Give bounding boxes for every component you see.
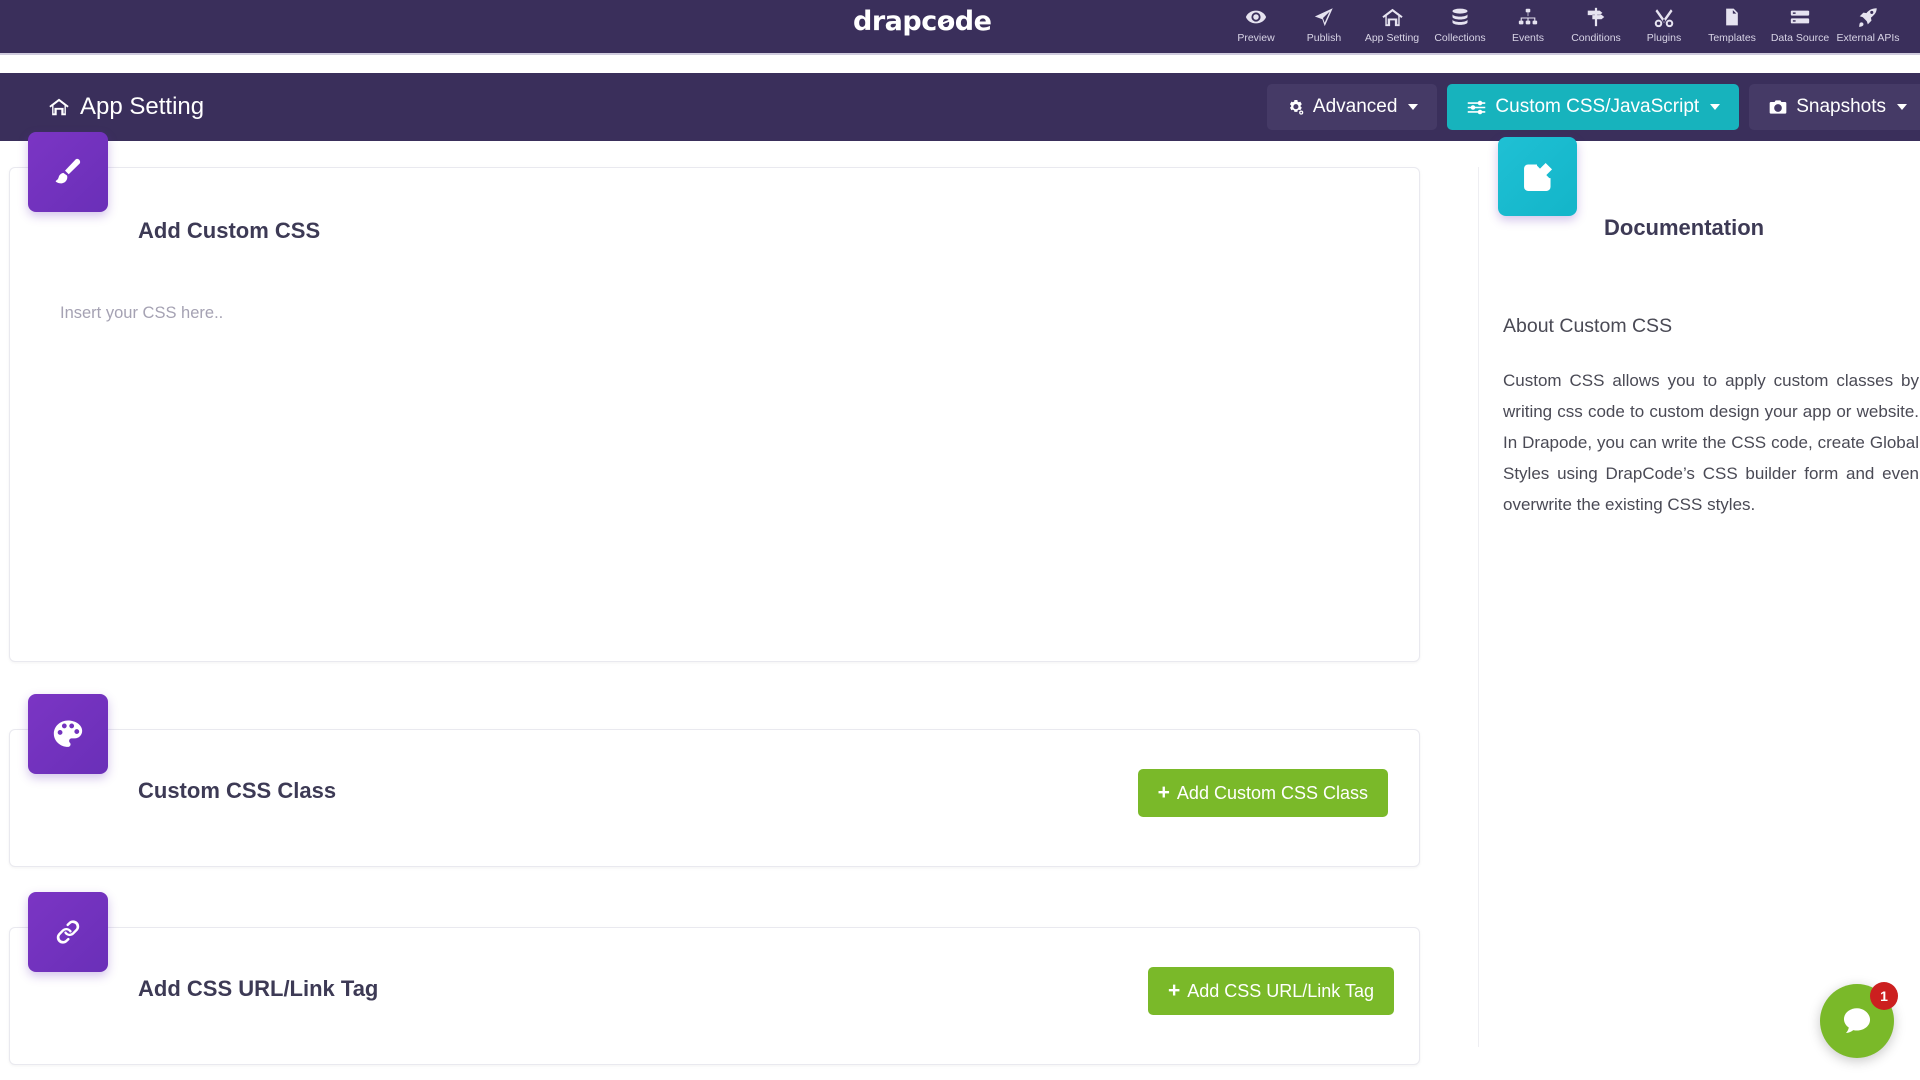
chevron-down-icon	[1897, 104, 1907, 110]
documentation-title: Documentation	[1604, 215, 1765, 240]
link-icon	[28, 892, 108, 972]
nav-item-label: Preview	[1237, 32, 1275, 44]
advanced-dropdown-button[interactable]: Advanced	[1266, 84, 1438, 130]
add-button-label: Add Custom CSS Class	[1176, 782, 1368, 803]
sitemap-icon	[1517, 5, 1539, 29]
scissors-icon	[1653, 5, 1675, 29]
nav-item-label: App Setting	[1364, 32, 1420, 44]
add-css-url-link-tag-button[interactable]: + Add CSS URL/Link Tag	[1147, 967, 1394, 1015]
database-icon	[1450, 5, 1470, 29]
nav-item-label: Events	[1511, 32, 1545, 44]
nav-item-app-setting[interactable]: App Setting	[1358, 0, 1426, 44]
nav-item-label: Collections	[1434, 32, 1486, 44]
card-title: Add Custom CSS	[138, 218, 321, 243]
top-navigation-bar: drapcode Preview Publish App Setting Col…	[0, 0, 1920, 55]
snapshots-button-label: Snapshots	[1796, 96, 1886, 117]
page-subheader: App Setting Advanced Custom CSS/JavaScri…	[0, 73, 1920, 141]
nav-item-workflow-truncated[interactable]: W	[1902, 0, 1920, 44]
palette-icon	[28, 694, 108, 774]
nav-item-label: External APIs	[1836, 32, 1900, 44]
brand-text-part-1: drapc	[853, 6, 937, 37]
file-icon	[1722, 5, 1742, 29]
page-title: App Setting	[48, 93, 204, 121]
nav-item-label: Plugins	[1646, 32, 1682, 44]
brand-slashed-o: o	[936, 6, 956, 37]
plus-icon: +	[1167, 978, 1181, 1002]
settings-column: Add Custom CSS + Add Custom CSS Class + …	[9, 132, 1420, 1065]
gears-icon	[1286, 98, 1305, 117]
page-title-text: App Setting	[80, 93, 205, 120]
nav-item-label: Publish	[1306, 32, 1342, 44]
documentation-subtitle: About Custom CSS	[1503, 315, 1673, 337]
nav-item-label: Data Source	[1770, 32, 1830, 44]
advanced-button-label: Advanced	[1312, 96, 1398, 117]
card-title: Add CSS URL/Link Tag	[138, 976, 379, 1001]
main-content: Add Custom CSS + Add Custom CSS Class + …	[0, 132, 1920, 1080]
home-icon	[48, 96, 70, 118]
card-title: Custom CSS Class	[138, 778, 337, 803]
home-icon	[1381, 5, 1404, 29]
camera-icon	[1768, 97, 1788, 117]
nav-item-collections[interactable]: Collections	[1426, 0, 1494, 44]
eye-icon	[1245, 5, 1267, 29]
server-icon	[1789, 5, 1811, 29]
nav-item-templates[interactable]: Templates	[1698, 0, 1766, 44]
custom-css-class-card: Custom CSS Class + Add Custom CSS Class	[9, 694, 1420, 867]
signpost-icon	[1585, 5, 1607, 29]
add-custom-css-card: Add Custom CSS + Add	[9, 132, 1420, 847]
top-nav-items: Preview Publish App Setting Collections	[1222, 0, 1920, 53]
drapcode-logo[interactable]: drapcode	[853, 6, 992, 37]
snapshots-dropdown-button[interactable]: Snapshots	[1749, 84, 1920, 130]
nav-item-data-source[interactable]: Data Source	[1766, 0, 1834, 44]
edit-square-icon	[1498, 137, 1577, 216]
rocket-icon	[1857, 5, 1879, 29]
nav-item-label: Templates	[1708, 32, 1756, 44]
nav-item-events[interactable]: Events	[1494, 0, 1562, 44]
nav-item-label: Conditions	[1571, 32, 1621, 44]
add-css-url-link-tag-card: Add CSS URL/Link Tag + Add CSS URL/Link …	[9, 892, 1420, 1065]
sliders-icon	[1466, 97, 1487, 118]
nav-item-publish[interactable]: Publish	[1290, 0, 1358, 44]
paper-plane-icon	[1313, 5, 1335, 29]
documentation-body: Custom CSS allows you to apply custom cl…	[1503, 371, 1919, 514]
chat-unread-badge: 1	[1870, 982, 1898, 1010]
chevron-down-icon	[1710, 104, 1721, 110]
add-custom-css-class-button[interactable]: + Add Custom CSS Class	[1137, 769, 1388, 817]
custom-css-textarea[interactable]	[60, 301, 1378, 626]
nav-item-conditions[interactable]: Conditions	[1562, 0, 1630, 44]
plus-icon: +	[1157, 780, 1170, 804]
add-button-label: Add CSS URL/Link Tag	[1187, 980, 1374, 1001]
chevron-down-icon	[1408, 104, 1419, 110]
custom-css-javascript-dropdown-button[interactable]: Custom CSS/JavaScript	[1447, 84, 1740, 130]
nav-item-preview[interactable]: Preview	[1222, 0, 1290, 44]
custom-css-javascript-button-label: Custom CSS/JavaScript	[1495, 96, 1700, 117]
header-actions: Advanced Custom CSS/JavaScript Snapshots	[1266, 84, 1920, 130]
chat-widget-button[interactable]: 1	[1820, 982, 1898, 1058]
paint-brush-icon	[28, 132, 108, 212]
nav-item-external-apis[interactable]: External APIs	[1834, 0, 1902, 44]
documentation-panel: Documentation About Custom CSS Custom CS…	[1478, 137, 1920, 1047]
brand-text-part-2: de	[954, 6, 992, 37]
chat-bubble-icon	[1840, 1004, 1874, 1038]
nav-item-plugins[interactable]: Plugins	[1630, 0, 1698, 44]
